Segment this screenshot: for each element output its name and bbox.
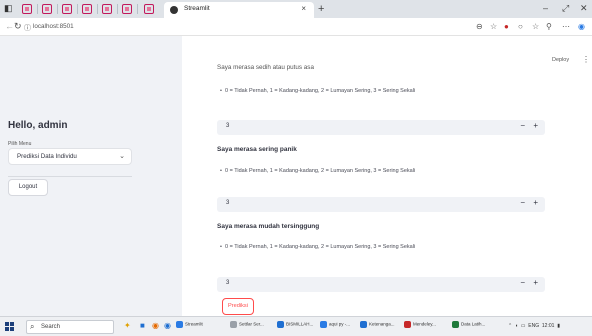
number-input-value[interactable]: 3 bbox=[226, 200, 229, 206]
menu-select-label: Pilih Menu bbox=[8, 141, 32, 147]
more-icon[interactable]: ⋯ bbox=[562, 22, 570, 31]
logout-button[interactable]: Logout bbox=[8, 179, 48, 196]
browser-icon[interactable]: ◉ bbox=[152, 321, 159, 330]
browser-tab-strip: ◧ Streamlit × + – ⤢ ✕ bbox=[0, 0, 592, 18]
minimize-icon[interactable]: – bbox=[543, 3, 548, 13]
tab-separator bbox=[97, 4, 98, 14]
lens-icon[interactable]: ⊖ bbox=[476, 22, 483, 31]
question-title: Saya merasa sering panik bbox=[217, 146, 297, 153]
scale-legend: • 0 = Tidak Pernah, 1 = Kadang-kadang, 2… bbox=[220, 168, 416, 174]
chevron-down-icon: ⌄ bbox=[119, 153, 125, 160]
taskbar: ⌕ Search ✦ ■ ◉ ◉ Streamlit Settlar Ser..… bbox=[0, 316, 592, 336]
decrement-button[interactable]: − bbox=[520, 198, 525, 207]
increment-button[interactable]: + bbox=[533, 198, 538, 207]
language-indicator[interactable]: ENG bbox=[528, 323, 539, 329]
streamlit-favicon-icon bbox=[170, 6, 178, 14]
system-tray[interactable]: ⌃ ◖ ▭ ENG 12:01 ▮ bbox=[508, 323, 560, 329]
tab-icon[interactable] bbox=[42, 4, 52, 14]
taskbar-app[interactable]: BISMILLAH... bbox=[277, 321, 313, 333]
extension-icon[interactable]: ○ bbox=[518, 22, 523, 31]
scale-legend: • 0 = Tidak Pernah, 1 = Kadang-kadang, 2… bbox=[220, 88, 416, 94]
bookmark-star-icon[interactable]: ☆ bbox=[490, 22, 497, 31]
maximize-icon[interactable]: ⤢ bbox=[562, 3, 569, 14]
url-field[interactable]: localhost:8501 bbox=[33, 23, 74, 30]
back-icon[interactable]: ← bbox=[5, 21, 14, 31]
extensions-puzzle-icon[interactable]: ⚲ bbox=[546, 22, 552, 31]
predict-button[interactable]: Prediksi bbox=[222, 298, 254, 315]
number-input-value[interactable]: 3 bbox=[226, 123, 229, 129]
file-explorer-icon[interactable]: ■ bbox=[140, 321, 145, 330]
extension-icon[interactable]: ● bbox=[504, 22, 509, 31]
taskbar-app[interactable]: Streamlit bbox=[176, 321, 203, 333]
tab-actions-icon[interactable]: ◧ bbox=[4, 3, 13, 14]
tab-icon[interactable] bbox=[102, 4, 112, 14]
taskbar-search[interactable]: ⌕ Search bbox=[26, 320, 114, 334]
taskbar-app[interactable]: Settlar Ser... bbox=[230, 321, 264, 333]
number-input[interactable]: 3 − + bbox=[217, 120, 545, 135]
tab-separator bbox=[137, 4, 138, 14]
site-info-icon[interactable]: ⓘ bbox=[24, 23, 31, 33]
sidebar-divider bbox=[8, 176, 132, 177]
taskbar-app[interactable]: Ketenanga... bbox=[360, 321, 395, 333]
tab-separator bbox=[77, 4, 78, 14]
question-title: Saya merasa mudah tersinggung bbox=[217, 223, 320, 230]
tab-icon[interactable] bbox=[82, 4, 92, 14]
tab-icon[interactable] bbox=[144, 4, 154, 14]
scale-legend-text: 0 = Tidak Pernah, 1 = Kadang-kadang, 2 =… bbox=[224, 244, 416, 250]
scale-legend: • 0 = Tidak Pernah, 1 = Kadang-kadang, 2… bbox=[220, 244, 416, 250]
number-input[interactable]: 3 − + bbox=[217, 197, 545, 212]
widgets-icon[interactable]: ✦ bbox=[124, 321, 131, 330]
new-tab-button[interactable]: + bbox=[318, 3, 324, 15]
copilot-icon[interactable]: ◉ bbox=[578, 22, 585, 31]
search-icon: ⌕ bbox=[30, 322, 35, 331]
tab-icon[interactable] bbox=[62, 4, 72, 14]
tab-separator bbox=[37, 4, 38, 14]
taskbar-app[interactable]: aqui py -... bbox=[320, 321, 350, 333]
tab-separator bbox=[57, 4, 58, 14]
taskbar-app[interactable]: Mendeley... bbox=[404, 321, 436, 333]
main-content: Saya merasa sedih atau putus asa • 0 = T… bbox=[182, 36, 592, 316]
windows-start-icon[interactable] bbox=[5, 322, 15, 332]
increment-button[interactable]: + bbox=[533, 278, 538, 287]
sidebar-greeting: Hello, admin bbox=[8, 120, 68, 131]
number-input[interactable]: 3 − + bbox=[217, 277, 545, 292]
tab-icon[interactable] bbox=[22, 4, 32, 14]
scale-legend-text: 0 = Tidak Pernah, 1 = Kadang-kadang, 2 =… bbox=[224, 168, 416, 174]
tab-close-icon[interactable]: × bbox=[301, 4, 306, 13]
taskbar-search-label: Search bbox=[41, 324, 61, 330]
tab-title: Streamlit bbox=[184, 5, 210, 12]
decrement-button[interactable]: − bbox=[520, 121, 525, 130]
reload-icon[interactable]: ↻ bbox=[14, 21, 22, 32]
taskbar-app[interactable]: Data Latih... bbox=[452, 321, 485, 333]
decrement-button[interactable]: − bbox=[520, 278, 525, 287]
menu-select-value: Prediksi Data Individu bbox=[17, 153, 77, 160]
question-title: Saya merasa sedih atau putus asa bbox=[217, 64, 314, 71]
scale-legend-text: 0 = Tidak Pernah, 1 = Kadang-kadang, 2 =… bbox=[224, 88, 416, 94]
active-tab[interactable]: Streamlit × bbox=[164, 2, 314, 18]
increment-button[interactable]: + bbox=[533, 121, 538, 130]
address-bar: ← ↻ ⓘ localhost:8501 ⊖ ☆ ● ○ ☆ ⚲ ⋯ ◉ bbox=[0, 18, 592, 36]
favorites-icon[interactable]: ☆ bbox=[532, 22, 539, 31]
tab-separator bbox=[117, 4, 118, 14]
menu-select[interactable]: Prediksi Data Individu ⌄ bbox=[8, 148, 132, 165]
number-input-value[interactable]: 3 bbox=[226, 280, 229, 286]
close-window-icon[interactable]: ✕ bbox=[580, 3, 588, 14]
edge-icon[interactable]: ◉ bbox=[164, 321, 171, 330]
clock[interactable]: 12:01 bbox=[542, 323, 555, 329]
tab-icon[interactable] bbox=[122, 4, 132, 14]
